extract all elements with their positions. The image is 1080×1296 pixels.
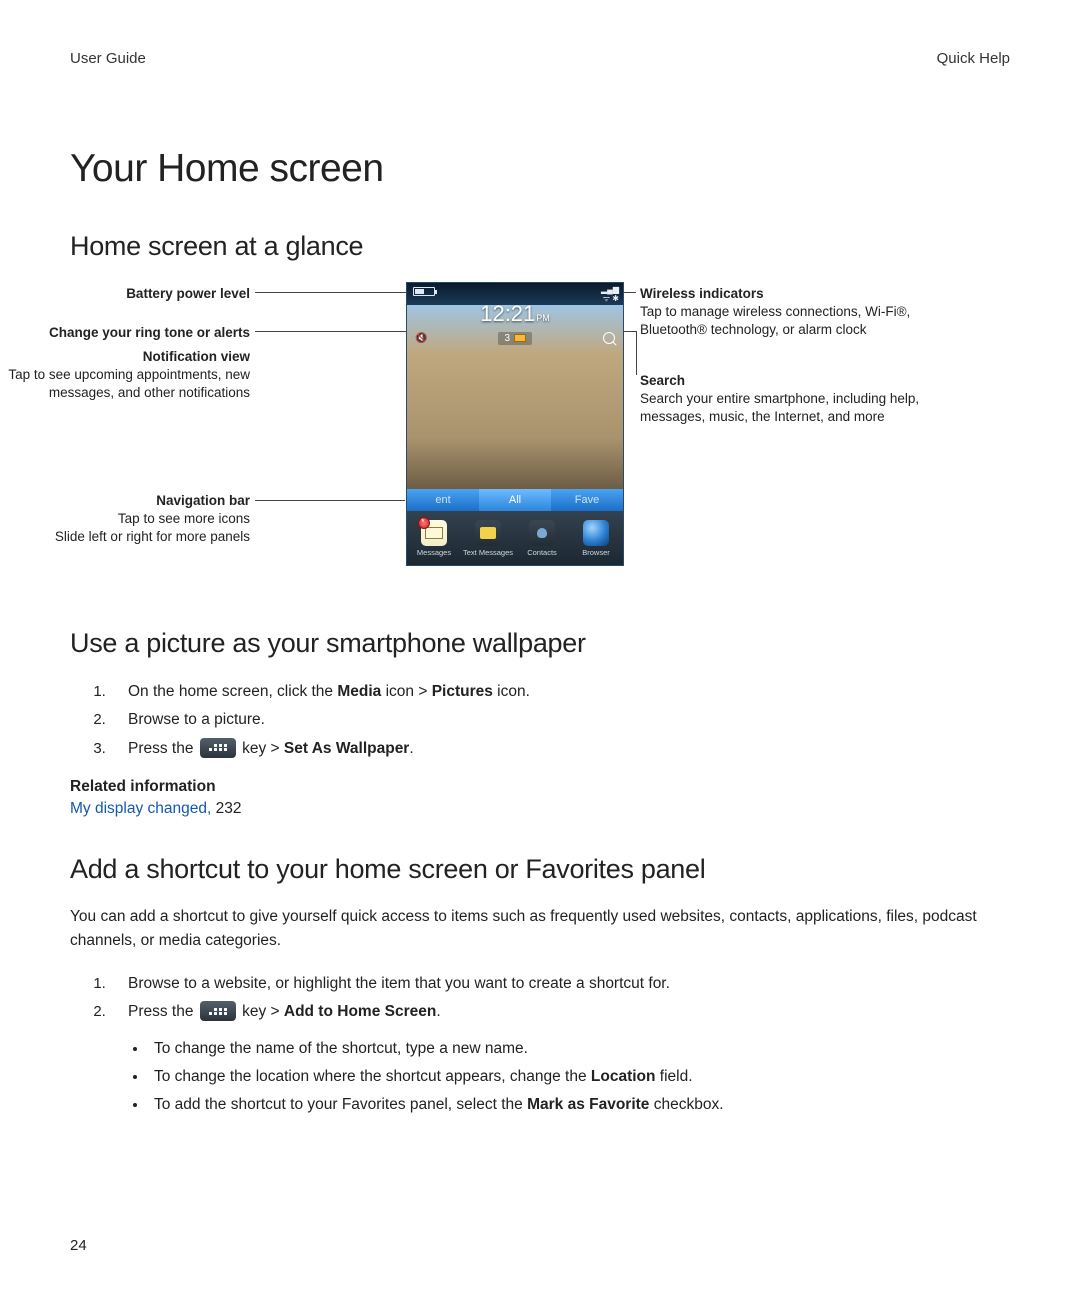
nav-tab-left: ent — [407, 489, 479, 511]
phone-subbar: 🔇 3 — [407, 329, 623, 347]
callout-ringtone: Change your ring tone or alerts — [0, 324, 250, 342]
menu-key-icon — [200, 738, 236, 758]
notification-badge: 3 — [498, 332, 532, 345]
related-link[interactable]: My display changed, — [70, 800, 216, 817]
callout-navbar: Navigation bar Tap to see more icons Sli… — [0, 492, 250, 547]
shortcut-step-1: Browse to a website, or highlight the it… — [110, 971, 1010, 997]
shortcut-bullets: To change the name of the shortcut, type… — [70, 1036, 1010, 1119]
sound-icon: 🔇 — [415, 333, 427, 344]
wallpaper-step-1: On the home screen, click the Media icon… — [110, 679, 1010, 705]
callout-line — [255, 292, 410, 293]
page-header: User Guide Quick Help — [70, 50, 1010, 67]
dock-messages: Messages — [407, 511, 461, 565]
related-link-row: My display changed, 232 — [70, 800, 1010, 818]
header-left: User Guide — [70, 50, 146, 67]
shortcut-bullet-3: To add the shortcut to your Favorites pa… — [148, 1092, 1010, 1118]
callout-line — [255, 500, 405, 501]
callout-battery: Battery power level — [0, 285, 250, 303]
callout-search: Search Search your entire smartphone, in… — [640, 372, 950, 427]
dock-browser: Browser — [569, 511, 623, 565]
page-number: 24 — [70, 1237, 87, 1254]
menu-key-icon — [200, 1001, 236, 1021]
wallpaper-steps: On the home screen, click the Media icon… — [70, 679, 1010, 762]
shortcut-step-2: Press the key > Add to Home Screen. — [110, 999, 1010, 1025]
wallpaper-step-2: Browse to a picture. — [110, 707, 1010, 733]
wallpaper-step-3: Press the key > Set As Wallpaper. — [110, 736, 1010, 762]
related-page: 232 — [216, 800, 242, 817]
phone-clock: 12:21PM — [407, 301, 623, 327]
callout-wireless: Wireless indicators Tap to manage wirele… — [640, 285, 950, 340]
page-title: Your Home screen — [70, 147, 1010, 191]
search-icon — [603, 332, 615, 344]
shortcut-intro: You can add a shortcut to give yourself … — [70, 905, 1010, 953]
section-heading-glance: Home screen at a glance — [70, 231, 1010, 262]
shortcut-bullet-1: To change the name of the shortcut, type… — [148, 1036, 1010, 1062]
nav-tab-right: Fave — [551, 489, 623, 511]
phone-nav-bar: ent All Fave — [407, 489, 623, 511]
phone-mock: ▂▄▆ᯤ ✱ 12:21PM 🔇 3 ent All Fave Messages… — [406, 282, 624, 566]
callout-line — [255, 331, 415, 332]
home-screen-diagram: Battery power level Change your ring ton… — [70, 282, 1010, 592]
nav-tab-all: All — [479, 489, 551, 511]
battery-icon — [413, 287, 435, 296]
phone-dock: Messages Text Messages Contacts Browser — [407, 511, 623, 565]
dock-text-messages: Text Messages — [461, 511, 515, 565]
section-heading-shortcut: Add a shortcut to your home screen or Fa… — [70, 854, 1010, 885]
shortcut-steps: Browse to a website, or highlight the it… — [70, 971, 1010, 1026]
header-right: Quick Help — [937, 50, 1010, 67]
callout-line — [636, 331, 637, 375]
shortcut-bullet-2: To change the location where the shortcu… — [148, 1064, 1010, 1090]
related-info-heading: Related information — [70, 778, 1010, 796]
dock-contacts: Contacts — [515, 511, 569, 565]
callout-notification: Notification view Tap to see upcoming ap… — [0, 348, 250, 403]
section-heading-wallpaper: Use a picture as your smartphone wallpap… — [70, 628, 1010, 659]
